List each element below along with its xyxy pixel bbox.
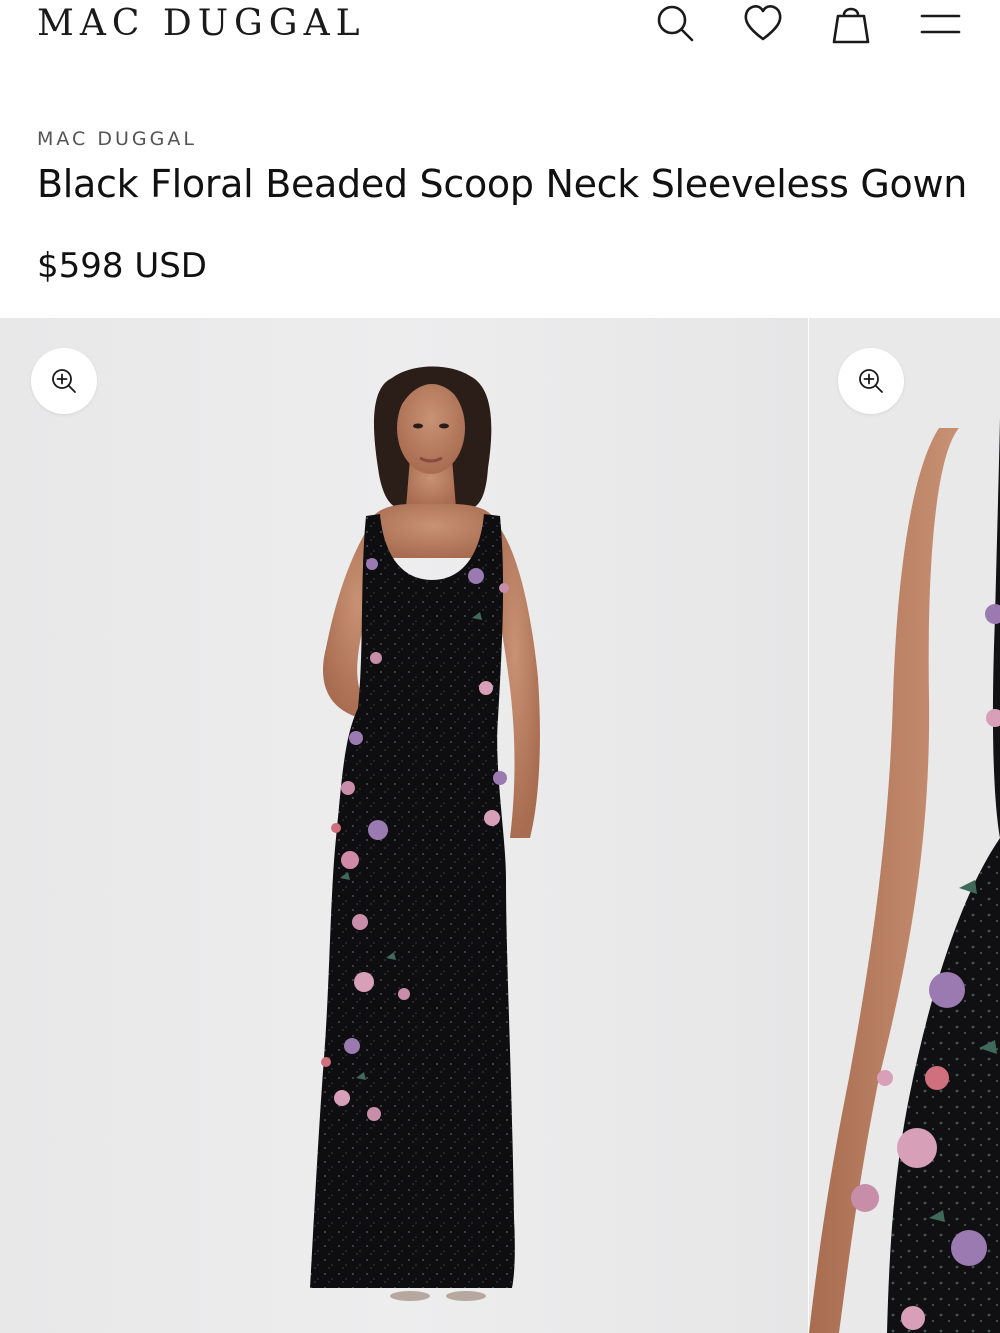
model-photo-front <box>310 366 540 1301</box>
menu-icon <box>920 14 961 34</box>
gallery-image-2[interactable] <box>809 318 1000 1333</box>
product-price: $598 USD <box>37 246 207 286</box>
shopping-bag-icon <box>832 7 870 44</box>
zoom-in-icon <box>52 369 76 393</box>
zoom-button[interactable] <box>838 348 904 414</box>
heart-icon <box>744 5 782 41</box>
product-title: Black Floral Beaded Scoop Neck Sleeveles… <box>37 162 968 206</box>
zoom-button[interactable] <box>31 348 97 414</box>
product-brand[interactable]: MAC DUGGAL <box>37 128 197 150</box>
gallery-image-1[interactable] <box>0 318 808 1333</box>
wishlist-button[interactable] <box>740 0 786 46</box>
search-icon <box>657 5 694 42</box>
search-button[interactable] <box>652 0 698 46</box>
site-header: MAC DUGGAL <box>0 0 1000 60</box>
zoom-in-icon <box>859 369 883 393</box>
brand-logo[interactable]: MAC DUGGAL <box>37 2 365 46</box>
product-gallery[interactable] <box>0 318 1000 1333</box>
menu-button[interactable] <box>917 0 963 46</box>
model-photo-detail <box>809 418 1000 1333</box>
cart-button[interactable] <box>828 0 874 46</box>
